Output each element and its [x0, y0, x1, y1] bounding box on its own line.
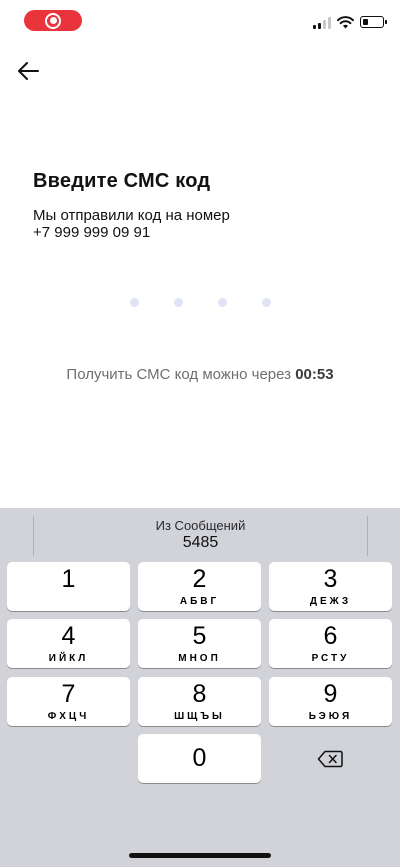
key-9[interactable]: 9 ЬЭЮЯ: [269, 677, 392, 726]
backspace-icon: [317, 750, 343, 767]
code-digit-placeholder: [218, 298, 227, 307]
autofill-code: 5485: [182, 534, 219, 551]
numeric-keyboard: Из Сообщений 5485 0 1 2 АБВГ 3 ДЕЖЗ 4 ИЙКЛ 5 МНО…: [0, 508, 400, 867]
status-bar: [0, 0, 400, 44]
resend-label: Получить СМС код можно через: [66, 366, 292, 383]
screen-recording-icon: [45, 12, 61, 29]
key-letters: МНОП: [178, 653, 221, 664]
resend-timer-text: Получить СМС код можно через 00:53: [0, 366, 400, 383]
screen-recording-indicator[interactable]: [24, 10, 82, 31]
key-digit: 4: [61, 622, 76, 650]
back-button[interactable]: [14, 58, 42, 84]
key-6[interactable]: 6 РСТУ: [269, 619, 392, 668]
key-5[interactable]: 5 МНОП: [138, 619, 261, 668]
key-letters: АБВГ: [179, 596, 220, 607]
home-indicator[interactable]: [129, 853, 271, 858]
key-digit: 7: [61, 680, 76, 708]
autofill-source-label: Из Сообщений: [155, 518, 246, 533]
key-8[interactable]: 8 ШЩЪЫ: [138, 677, 261, 726]
key-digit: 9: [323, 680, 338, 708]
key-2[interactable]: 2 АБВГ: [138, 562, 261, 611]
cellular-signal-icon: [313, 16, 331, 29]
key-digit: 6: [323, 622, 338, 650]
key-1[interactable]: 1: [7, 562, 130, 611]
key-letters: ФХЦЧ: [47, 711, 90, 722]
backspace-button[interactable]: [268, 734, 392, 783]
code-digit-placeholder: [130, 298, 139, 307]
key-digit: 5: [192, 622, 207, 650]
key-letters: РСТУ: [311, 653, 350, 664]
key-letters: ДЕЖЗ: [309, 596, 352, 607]
sms-sent-message: Мы отправили код на номер +7 999 999 09 …: [33, 207, 230, 241]
key-digit: 1: [61, 565, 76, 593]
key-4[interactable]: 4 ИЙКЛ: [7, 619, 130, 668]
key-digit: 0: [192, 744, 207, 772]
key-letters: ШЩЪЫ: [174, 711, 225, 722]
key-digit: 2: [192, 565, 207, 593]
sms-code-input[interactable]: [130, 298, 271, 308]
key-7[interactable]: 7 ФХЦЧ: [7, 677, 130, 726]
key-digit: 8: [192, 680, 207, 708]
code-digit-placeholder: [262, 298, 271, 307]
page-title: Введите СМС код: [33, 170, 211, 192]
key-3[interactable]: 3 ДЕЖЗ: [269, 562, 392, 611]
arrow-left-icon: [18, 62, 39, 80]
key-0[interactable]: 0: [138, 734, 261, 783]
key-digit: 3: [323, 565, 338, 593]
wifi-icon: [337, 16, 354, 29]
battery-icon: [360, 16, 387, 28]
resend-countdown: 00:53: [295, 366, 334, 383]
autofill-suggestion[interactable]: Из Сообщений 5485: [33, 516, 368, 556]
phone-number: +7 999 999 09 91: [33, 224, 151, 241]
code-digit-placeholder: [174, 298, 183, 307]
key-letters: ИЙКЛ: [48, 653, 89, 664]
key-letters: ЬЭЮЯ: [308, 711, 353, 722]
sms-sent-text: Мы отправили код на номер: [33, 207, 230, 224]
